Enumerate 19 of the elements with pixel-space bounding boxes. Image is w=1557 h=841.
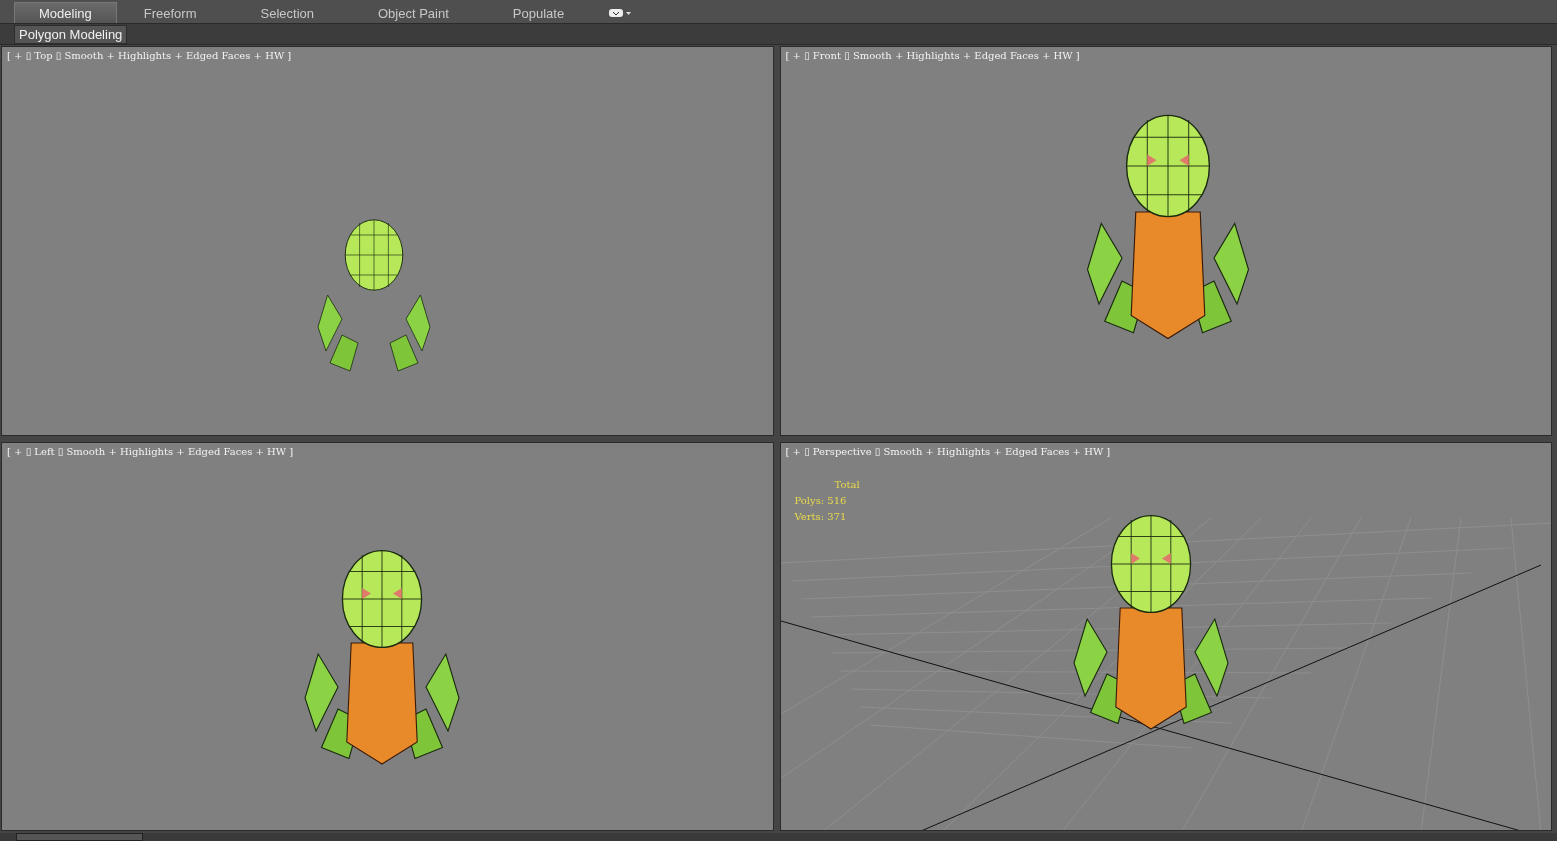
stats-line: Polys: 516: [794, 493, 848, 508]
ribbon-tab[interactable]: Object Paint: [351, 2, 476, 23]
toggle-icon: [609, 9, 624, 17]
viewport-label[interactable]: [ + ▯ Left ▯ Smooth + Highlights + Edged Faces + HW ]: [7, 445, 294, 457]
stats-line: Verts: 371: [794, 509, 848, 524]
viewport-label[interactable]: [ + ▯ Front ▯ Smooth + Highlights + Edged Faces + HW ]: [785, 50, 1080, 61]
viewport[interactable]: [ + ▯ Left ▯ Smooth + Highlights + Edged Faces + HW ]: [1, 441, 774, 831]
viewport-label[interactable]: [ + ▯ Top ▯ Smooth + Highlights + Edged Faces + HW ]: [7, 50, 292, 61]
viewport-label[interactable]: [ + ▯ Perspective ▯ Smooth + Highlights + Edged Faces + HW ]: [785, 445, 1111, 457]
viewport[interactable]: [ + ▯ Perspective ▯ Smooth + Highlights + Edged Faces + HW ] Total Polys: 516 Verts: 371: [779, 441, 1552, 831]
viewport[interactable]: [ + ▯ Top ▯ Smooth + Highlights + Edged Faces + HW ]: [1, 46, 774, 436]
ribbon-tab[interactable]: Selection: [233, 2, 341, 23]
stats-title: Total: [833, 477, 860, 492]
ribbon-tab[interactable]: Freeform: [116, 2, 224, 23]
caret-icon: [626, 11, 632, 15]
panel-label[interactable]: Polygon Modeling: [14, 24, 128, 44]
ribbon-tab[interactable]: Populate: [485, 2, 592, 23]
ribbon-tab[interactable]: Modeling: [14, 2, 117, 23]
viewport[interactable]: [ + ▯ Front ▯ Smooth + Highlights + Edged Faces + HW ]: [779, 46, 1552, 436]
